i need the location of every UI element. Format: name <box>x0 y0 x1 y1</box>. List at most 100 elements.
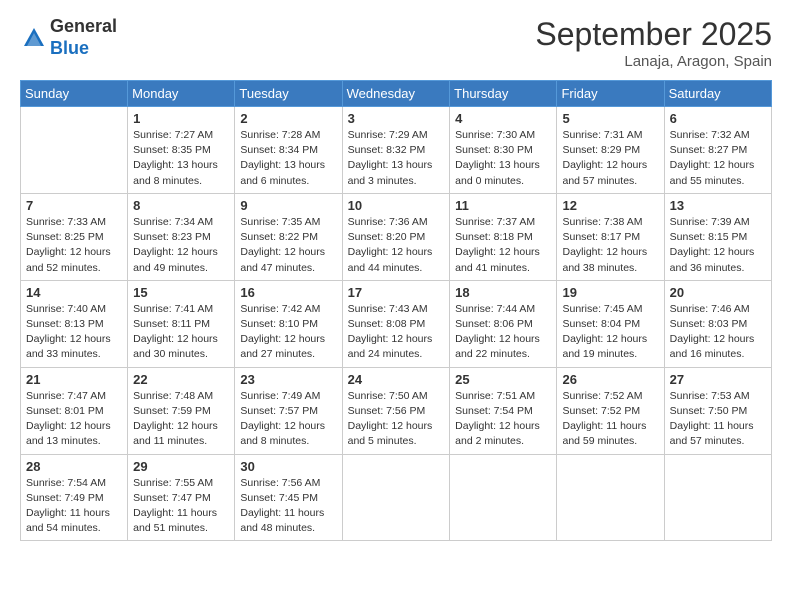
calendar-cell: 29 Sunrise: 7:55 AMSunset: 7:47 PMDayligh… <box>128 454 235 541</box>
day-number: 2 <box>240 111 336 126</box>
calendar-cell: 13 Sunrise: 7:39 AMSunset: 8:15 PMDayligh… <box>664 193 771 280</box>
day-info: Sunrise: 7:39 AMSunset: 8:15 PMDaylight:… <box>670 215 766 276</box>
day-number: 7 <box>26 198 122 213</box>
day-info: Sunrise: 7:32 AMSunset: 8:27 PMDaylight:… <box>670 128 766 189</box>
day-number: 15 <box>133 285 229 300</box>
calendar-cell: 19Sunrise: 7:45 AMSunset: 8:04 PMDayligh… <box>557 280 664 367</box>
day-number: 30 <box>240 459 336 474</box>
calendar-cell: 2 Sunrise: 7:28 AMSunset: 8:34 PMDaylight… <box>235 107 342 194</box>
day-info: Sunrise: 7:36 AMSunset: 8:20 PMDaylight:… <box>348 215 445 276</box>
calendar-cell: 7 Sunrise: 7:33 AMSunset: 8:25 PMDaylight… <box>21 193 128 280</box>
calendar-cell: 26 Sunrise: 7:52 AMSunset: 7:52 PMDayligh… <box>557 367 664 454</box>
calendar-cell: 28Sunrise: 7:54 AMSunset: 7:49 PMDayligh… <box>21 454 128 541</box>
logo-text: General Blue <box>50 16 117 59</box>
day-info: Sunrise: 7:42 AMSunset: 8:10 PMDaylight:… <box>240 302 336 363</box>
calendar-cell: 16 Sunrise: 7:42 AMSunset: 8:10 PMDayligh… <box>235 280 342 367</box>
day-number: 4 <box>455 111 551 126</box>
day-info: Sunrise: 7:50 AMSunset: 7:56 PMDaylight:… <box>348 389 445 450</box>
page-container: General Blue September 2025 Lanaja, Arag… <box>0 0 792 551</box>
day-info: Sunrise: 7:41 AMSunset: 8:11 PMDaylight:… <box>133 302 229 363</box>
day-number: 9 <box>240 198 336 213</box>
calendar-cell <box>342 454 450 541</box>
day-info: Sunrise: 7:33 AMSunset: 8:25 PMDaylight:… <box>26 215 122 276</box>
day-number: 25 <box>455 372 551 387</box>
month-title: September 2025 <box>535 16 772 53</box>
calendar-cell: 20 Sunrise: 7:46 AMSunset: 8:03 PMDayligh… <box>664 280 771 367</box>
day-number: 3 <box>348 111 445 126</box>
weekday-header: Monday <box>128 81 235 107</box>
day-number: 29 <box>133 459 229 474</box>
day-number: 17 <box>348 285 445 300</box>
calendar-cell: 12 Sunrise: 7:38 AMSunset: 8:17 PMDayligh… <box>557 193 664 280</box>
day-info: Sunrise: 7:52 AMSunset: 7:52 PMDaylight:… <box>562 389 658 450</box>
logo-icon <box>20 24 48 52</box>
calendar-cell: 14Sunrise: 7:40 AMSunset: 8:13 PMDayligh… <box>21 280 128 367</box>
day-info: Sunrise: 7:37 AMSunset: 8:18 PMDaylight:… <box>455 215 551 276</box>
day-info: Sunrise: 7:46 AMSunset: 8:03 PMDaylight:… <box>670 302 766 363</box>
calendar-cell <box>664 454 771 541</box>
day-info: Sunrise: 7:51 AMSunset: 7:54 PMDaylight:… <box>455 389 551 450</box>
calendar-week-row: 21 Sunrise: 7:47 AMSunset: 8:01 PMDayligh… <box>21 367 772 454</box>
calendar-cell: 21 Sunrise: 7:47 AMSunset: 8:01 PMDayligh… <box>21 367 128 454</box>
calendar-cell: 1 Sunrise: 7:27 AMSunset: 8:35 PMDaylight… <box>128 107 235 194</box>
day-number: 22 <box>133 372 229 387</box>
day-info: Sunrise: 7:35 AMSunset: 8:22 PMDaylight:… <box>240 215 336 276</box>
weekday-header: Wednesday <box>342 81 450 107</box>
day-info: Sunrise: 7:53 AMSunset: 7:50 PMDaylight:… <box>670 389 766 450</box>
day-info: Sunrise: 7:34 AMSunset: 8:23 PMDaylight:… <box>133 215 229 276</box>
calendar-cell: 5Sunrise: 7:31 AMSunset: 8:29 PMDaylight… <box>557 107 664 194</box>
calendar-cell: 4Sunrise: 7:30 AMSunset: 8:30 PMDaylight… <box>450 107 557 194</box>
calendar-cell: 27 Sunrise: 7:53 AMSunset: 7:50 PMDayligh… <box>664 367 771 454</box>
weekday-header: Saturday <box>664 81 771 107</box>
day-info: Sunrise: 7:55 AMSunset: 7:47 PMDaylight:… <box>133 476 229 537</box>
day-info: Sunrise: 7:29 AMSunset: 8:32 PMDaylight:… <box>348 128 445 189</box>
calendar-cell: 11 Sunrise: 7:37 AMSunset: 8:18 PMDayligh… <box>450 193 557 280</box>
logo-general: General <box>50 16 117 38</box>
calendar-table: SundayMondayTuesdayWednesdayThursdayFrid… <box>20 80 772 541</box>
day-info: Sunrise: 7:38 AMSunset: 8:17 PMDaylight:… <box>562 215 658 276</box>
calendar-cell: 15 Sunrise: 7:41 AMSunset: 8:11 PMDayligh… <box>128 280 235 367</box>
calendar-cell: 23 Sunrise: 7:49 AMSunset: 7:57 PMDayligh… <box>235 367 342 454</box>
day-number: 11 <box>455 198 551 213</box>
day-number: 12 <box>562 198 658 213</box>
day-number: 1 <box>133 111 229 126</box>
day-number: 20 <box>670 285 766 300</box>
day-number: 21 <box>26 372 122 387</box>
calendar-week-row: 7 Sunrise: 7:33 AMSunset: 8:25 PMDaylight… <box>21 193 772 280</box>
day-number: 10 <box>348 198 445 213</box>
day-number: 26 <box>562 372 658 387</box>
calendar-cell <box>557 454 664 541</box>
day-info: Sunrise: 7:47 AMSunset: 8:01 PMDaylight:… <box>26 389 122 450</box>
logo: General Blue <box>20 16 117 59</box>
day-number: 18 <box>455 285 551 300</box>
calendar-cell: 9 Sunrise: 7:35 AMSunset: 8:22 PMDaylight… <box>235 193 342 280</box>
weekday-header: Thursday <box>450 81 557 107</box>
day-number: 27 <box>670 372 766 387</box>
calendar-cell: 22 Sunrise: 7:48 AMSunset: 7:59 PMDayligh… <box>128 367 235 454</box>
day-info: Sunrise: 7:56 AMSunset: 7:45 PMDaylight:… <box>240 476 336 537</box>
day-number: 19 <box>562 285 658 300</box>
title-block: September 2025 Lanaja, Aragon, Spain <box>535 16 772 70</box>
day-info: Sunrise: 7:48 AMSunset: 7:59 PMDaylight:… <box>133 389 229 450</box>
calendar-week-row: 28Sunrise: 7:54 AMSunset: 7:49 PMDayligh… <box>21 454 772 541</box>
calendar-cell: 6 Sunrise: 7:32 AMSunset: 8:27 PMDaylight… <box>664 107 771 194</box>
day-number: 16 <box>240 285 336 300</box>
calendar-cell: 25 Sunrise: 7:51 AMSunset: 7:54 PMDayligh… <box>450 367 557 454</box>
day-info: Sunrise: 7:54 AMSunset: 7:49 PMDaylight:… <box>26 476 122 537</box>
day-number: 23 <box>240 372 336 387</box>
day-number: 6 <box>670 111 766 126</box>
day-number: 14 <box>26 285 122 300</box>
day-info: Sunrise: 7:49 AMSunset: 7:57 PMDaylight:… <box>240 389 336 450</box>
calendar-cell <box>450 454 557 541</box>
calendar-cell: 24Sunrise: 7:50 AMSunset: 7:56 PMDayligh… <box>342 367 450 454</box>
day-info: Sunrise: 7:27 AMSunset: 8:35 PMDaylight:… <box>133 128 229 189</box>
calendar-cell: 17Sunrise: 7:43 AMSunset: 8:08 PMDayligh… <box>342 280 450 367</box>
day-number: 8 <box>133 198 229 213</box>
day-info: Sunrise: 7:44 AMSunset: 8:06 PMDaylight:… <box>455 302 551 363</box>
location: Lanaja, Aragon, Spain <box>535 53 772 70</box>
weekday-header: Sunday <box>21 81 128 107</box>
weekday-header: Friday <box>557 81 664 107</box>
day-info: Sunrise: 7:28 AMSunset: 8:34 PMDaylight:… <box>240 128 336 189</box>
day-info: Sunrise: 7:31 AMSunset: 8:29 PMDaylight:… <box>562 128 658 189</box>
day-number: 13 <box>670 198 766 213</box>
